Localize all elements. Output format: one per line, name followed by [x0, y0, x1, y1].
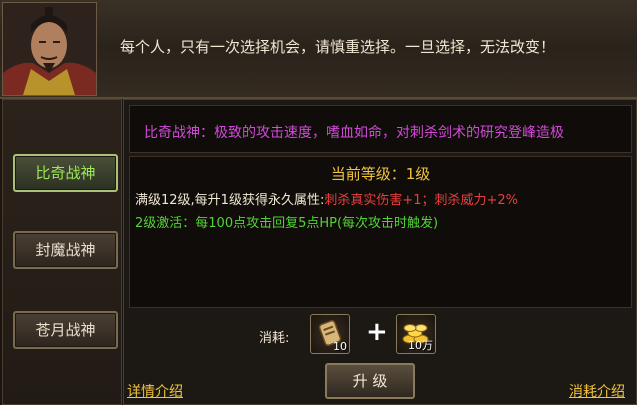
cost-item-scroll-count: 10 [333, 340, 347, 353]
class-detail-panel: 比奇战神：极致的攻击速度，嗜血如命，对刺杀剑术的研究登峰造极 当前等级：1级 满… [123, 99, 637, 405]
class-description-box: 比奇战神：极致的攻击速度，嗜血如命，对刺杀剑术的研究登峰造极 [129, 105, 632, 153]
npc-portrait [2, 2, 97, 96]
class-tab-fengmo[interactable]: 封魔战神 [13, 231, 118, 269]
cost-item-gold-count: 10万 [408, 339, 433, 352]
current-level-value: 1级 [405, 165, 431, 183]
cost-intro-link[interactable]: 消耗介绍 [569, 381, 625, 401]
plus-sign: + [366, 317, 388, 347]
attribute-bonus: 刺杀真实伤害+1；刺杀威力+2% [324, 193, 519, 208]
current-level-label: 当前等级： [330, 165, 406, 183]
cost-label: 消耗: [259, 331, 290, 346]
class-tab-biqi[interactable]: 比奇战神 [13, 154, 118, 192]
class-tab-cangyue[interactable]: 苍月战神 [13, 311, 118, 349]
attribute-line: 满级12级,每升1级获得永久属性:刺杀真实伤害+1；刺杀威力+2% [135, 189, 518, 208]
warrior-portrait-icon [3, 3, 96, 95]
activation-line: 2级激活：每100点攻击回复5点HP(每次攻击时触发) [135, 216, 439, 231]
class-info-box: 当前等级：1级 满级12级,每升1级获得永久属性:刺杀真实伤害+1；刺杀威力+2… [129, 156, 632, 308]
upgrade-button[interactable]: 升 级 [325, 363, 415, 399]
details-link[interactable]: 详情介绍 [127, 381, 183, 401]
cost-item-scroll[interactable]: 10 [310, 314, 350, 354]
class-sidebar: 比奇战神 封魔战神 苍月战神 [2, 99, 122, 405]
dialog-text: 每个人，只有一次选择机会，请慎重选择。一旦选择，无法改变！ [120, 38, 556, 56]
npc-dialog-bar: 每个人，只有一次选择机会，请慎重选择。一旦选择，无法改变！ [0, 0, 637, 99]
class-description: 比奇战神：极致的攻击速度，嗜血如命，对刺杀剑术的研究登峰造极 [144, 125, 564, 141]
cost-item-gold[interactable]: 10万 [396, 314, 436, 354]
current-level: 当前等级：1级 [130, 163, 631, 184]
attribute-prefix: 满级12级,每升1级获得永久属性: [135, 193, 325, 208]
